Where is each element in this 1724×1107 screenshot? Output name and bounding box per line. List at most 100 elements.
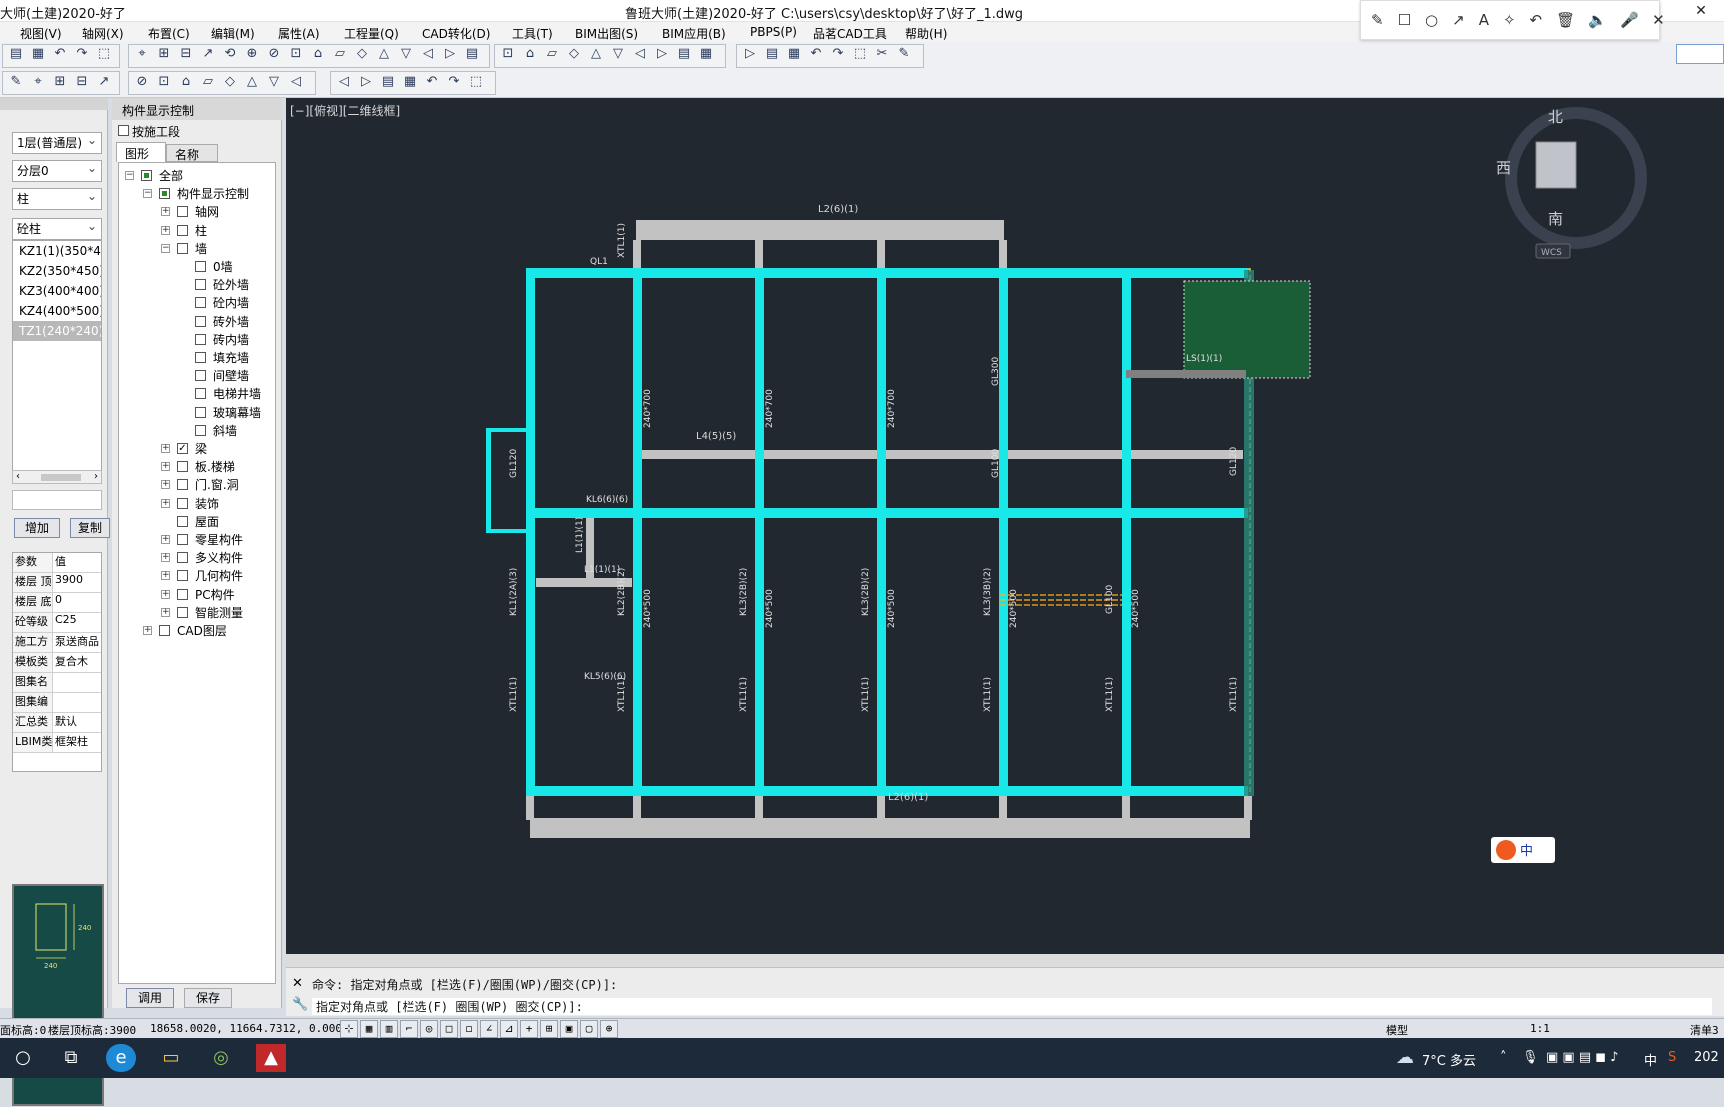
- component-list[interactable]: KZ1(1)(350*40 KZ2(350*450) KZ3(400*400) KZ4…: [12, 240, 102, 480]
- type-select[interactable]: 砼柱: [12, 216, 102, 240]
- panel-grip[interactable]: [0, 98, 108, 110]
- tray-icons[interactable]: ▣ ▣ ▤ ◼ ♪: [1546, 1050, 1618, 1065]
- component-list-item[interactable]: KZ2(350*450): [13, 261, 101, 281]
- toolbar-tool-icon[interactable]: ▦: [784, 44, 804, 64]
- toolbar-tool-icon[interactable]: ◇: [564, 44, 584, 64]
- tree-expander[interactable]: −: [161, 243, 170, 253]
- tree-checkbox[interactable]: [177, 461, 188, 473]
- tree-node-label[interactable]: 装饰: [195, 495, 219, 513]
- label-mid-beam[interactable]: L4(5)(5): [696, 431, 736, 442]
- beam-label-vertical[interactable]: GL300: [991, 357, 1001, 386]
- status-toggle-button[interactable]: ◎: [420, 1020, 438, 1038]
- tree-checkbox[interactable]: ✓: [177, 443, 188, 454]
- status-toggle-button[interactable]: ▥: [380, 1020, 398, 1038]
- toolbar-tool-icon[interactable]: ▤: [462, 44, 482, 64]
- column-stub[interactable]: [633, 796, 641, 820]
- tray-ime[interactable]: 中: [1644, 1050, 1657, 1069]
- toolbar-tool-icon[interactable]: △: [242, 72, 262, 92]
- tab-name[interactable]: 名称: [166, 144, 218, 162]
- hatch-beam[interactable]: [1126, 370, 1246, 378]
- toolbar-tool-icon[interactable]: ✂: [872, 44, 892, 64]
- beam-label-vertical[interactable]: KL3(3B)(2): [983, 568, 993, 616]
- parameter-value[interactable]: [53, 693, 101, 712]
- tree-node-label[interactable]: 电梯井墙: [213, 385, 261, 403]
- beam-label-vertical[interactable]: GL120: [509, 449, 519, 478]
- component-list-item[interactable]: KZ3(400*400): [13, 281, 101, 301]
- tree-checkbox[interactable]: [177, 606, 188, 618]
- tree-expander[interactable]: −: [125, 171, 134, 180]
- label-l1[interactable]: L1(1)(1): [584, 565, 620, 575]
- toolbar-tool-icon[interactable]: ▦: [400, 72, 420, 92]
- toolbar-tool-icon[interactable]: ⊕: [242, 44, 262, 64]
- edge-icon[interactable]: e: [106, 1044, 136, 1072]
- toolbar-tool-icon[interactable]: ⊞: [50, 72, 70, 92]
- toolbar-tool-icon[interactable]: △: [586, 44, 606, 64]
- beam-label-vertical[interactable]: XTL1(1): [739, 677, 749, 712]
- parameter-row[interactable]: 施工方 泵送商品: [13, 633, 101, 653]
- toolbar-tool-icon[interactable]: ⌂: [308, 44, 328, 64]
- tree-node-label[interactable]: 柱: [195, 222, 207, 240]
- cad-canvas[interactable]: [−][俯视][二维线框] L2(6)(1) L4(5)(5) L2(6)(1)…: [286, 98, 1724, 954]
- toolbar-tool-icon[interactable]: ↗: [94, 72, 114, 92]
- beam-label-vertical[interactable]: XTL1(1): [1229, 677, 1239, 712]
- status-toggle-button[interactable]: ▣: [560, 1020, 578, 1038]
- column-stub-top[interactable]: [755, 240, 763, 268]
- tree-expander[interactable]: +: [161, 207, 170, 217]
- status-toggle-button[interactable]: ⊕: [600, 1020, 618, 1038]
- toolbar-tool-icon[interactable]: ⬚: [94, 44, 114, 64]
- tree-checkbox[interactable]: [195, 406, 206, 418]
- beam-label-vertical[interactable]: 240*700: [765, 389, 775, 428]
- cyan-col-c[interactable]: [755, 268, 764, 796]
- beam-label-vertical[interactable]: KL1(2A)(3): [509, 568, 519, 616]
- toolbar-tool-icon[interactable]: ⊟: [176, 44, 196, 64]
- column-stub[interactable]: [526, 796, 534, 820]
- menu-quantity[interactable]: 工程量(Q): [344, 25, 399, 42]
- toolbar-tool-icon[interactable]: ✎: [6, 72, 26, 92]
- status-toggle-button[interactable]: ∠: [480, 1020, 498, 1038]
- toolbar-tool-icon[interactable]: △: [374, 44, 394, 64]
- beam-label-vertical[interactable]: XTL1(1): [983, 677, 993, 712]
- toolbar-tool-icon[interactable]: ⊘: [132, 72, 152, 92]
- status-toggle-button[interactable]: ◻: [460, 1020, 478, 1038]
- status-toggle-button[interactable]: +: [520, 1020, 538, 1038]
- annotation-scale[interactable]: 1:1: [1530, 1022, 1550, 1035]
- parameter-row[interactable]: 楼层 底0: [13, 593, 101, 613]
- tree-checkbox[interactable]: [159, 188, 170, 200]
- toolbar-tool-icon[interactable]: ⬚: [466, 72, 486, 92]
- command-input[interactable]: 指定对角点或 [栏选(F) 圈围(WP) 圈交(CP)]:: [312, 998, 1712, 1015]
- parameter-row[interactable]: 砼等级 C25: [13, 613, 101, 633]
- menu-edit[interactable]: 编辑(M): [211, 25, 255, 42]
- toolbar-tool-icon[interactable]: ▷: [740, 44, 760, 64]
- highlighter-icon[interactable]: ✧: [1503, 11, 1516, 29]
- toolbar-tool-icon[interactable]: ▷: [440, 44, 460, 64]
- tree-checkbox[interactable]: [195, 261, 206, 272]
- rectangle-icon[interactable]: ☐: [1398, 11, 1411, 29]
- parameter-row[interactable]: 楼层 顶 3900: [13, 573, 101, 593]
- tree-checkbox[interactable]: [177, 570, 188, 582]
- toolbar-tool-icon[interactable]: ↶: [50, 44, 70, 64]
- tree-node-label[interactable]: 门.窗.洞: [195, 476, 239, 494]
- toolbar-tool-icon[interactable]: ▽: [264, 72, 284, 92]
- close-window-button[interactable]: ✕: [1678, 0, 1724, 22]
- tree-checkbox[interactable]: [177, 588, 188, 600]
- toolbar-tool-icon[interactable]: ⟲: [220, 44, 240, 64]
- tree-node-label[interactable]: PC构件: [195, 586, 235, 604]
- parameter-row[interactable]: LBIM类 框架柱: [13, 733, 101, 753]
- beam-label-vertical[interactable]: KL2(2B)(2): [617, 568, 627, 616]
- toolbar-tool-icon[interactable]: ⊟: [72, 72, 92, 92]
- status-toggle-button[interactable]: ▦: [360, 1020, 378, 1038]
- toolbar-tool-icon[interactable]: ▤: [378, 72, 398, 92]
- tray-up-icon[interactable]: ˄: [1500, 1050, 1507, 1065]
- menu-help[interactable]: 帮助(H): [905, 25, 947, 42]
- tree-node-label[interactable]: CAD图层: [177, 622, 227, 640]
- label-ls[interactable]: LS(1)(1): [1186, 354, 1222, 364]
- command-close-icon[interactable]: ✕: [292, 976, 303, 991]
- tree-checkbox[interactable]: [177, 206, 188, 218]
- column-stub[interactable]: [1122, 796, 1130, 820]
- app-icon[interactable]: ◎: [206, 1044, 236, 1072]
- component-list-item[interactable]: KZ4(400*500): [13, 301, 101, 321]
- toolbar-tool-icon[interactable]: ◁: [286, 72, 306, 92]
- beam-label-vertical[interactable]: XTL1(1): [509, 677, 519, 712]
- bottom-gray-beam[interactable]: [530, 818, 1250, 838]
- toolbar-tool-icon[interactable]: ▽: [608, 44, 628, 64]
